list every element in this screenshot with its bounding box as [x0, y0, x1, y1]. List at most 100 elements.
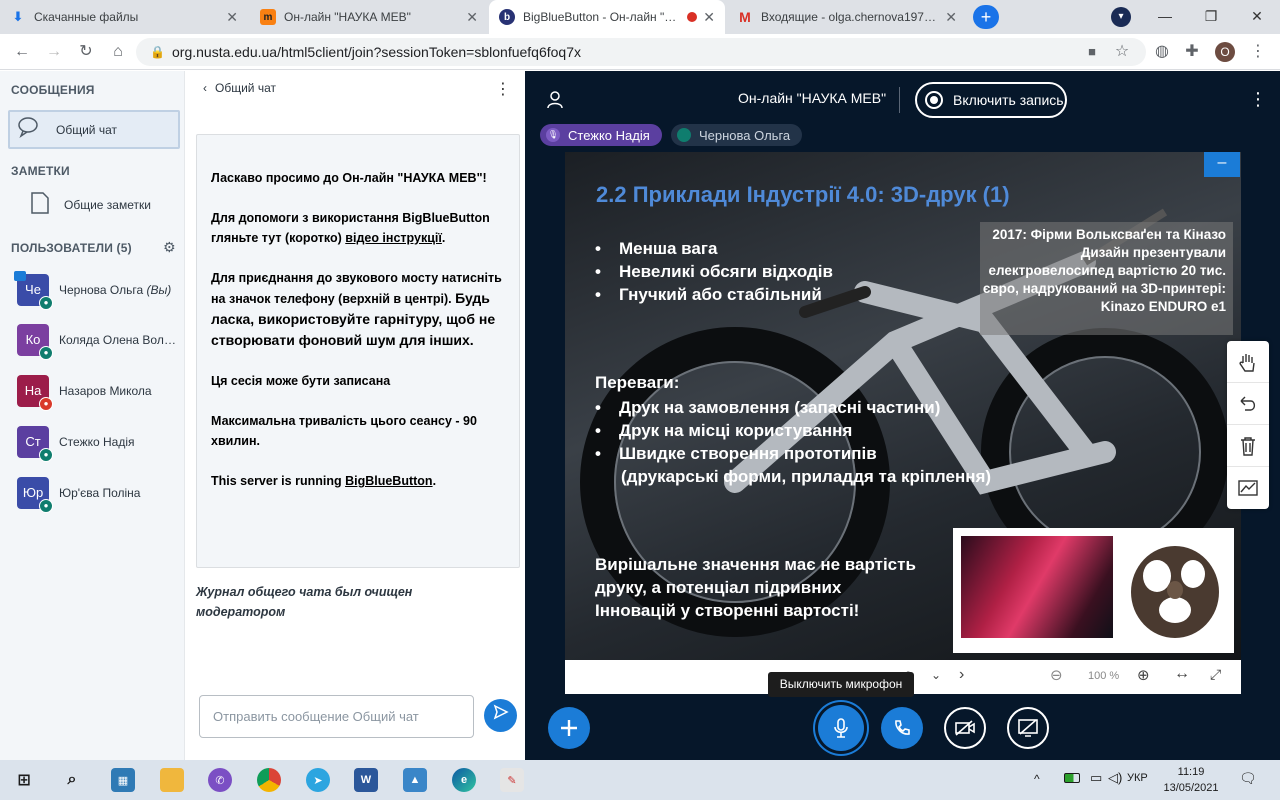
- edge-icon[interactable]: e: [452, 768, 476, 792]
- user-item[interactable]: Ко ● Коляда Олена Волод…: [17, 322, 185, 360]
- slide-conclusion: Вирішальне значення має не вартість друк…: [595, 555, 916, 620]
- battery-icon[interactable]: [1064, 773, 1080, 783]
- taskbar-clock[interactable]: 11:19 13/05/2021: [1162, 764, 1220, 796]
- chat-icon: [18, 116, 46, 143]
- chevron-up-icon[interactable]: ^: [1034, 772, 1040, 786]
- phone-icon: [895, 720, 910, 735]
- photos-icon[interactable]: ▲: [403, 768, 427, 792]
- tab-downloads[interactable]: ⬇ Скачанные файлы ✕: [0, 0, 248, 34]
- gear-icon[interactable]: ⚙: [163, 239, 176, 256]
- telegram-icon[interactable]: ➤: [306, 768, 330, 792]
- camera-icon[interactable]: ■: [1080, 40, 1104, 64]
- reload-icon[interactable]: ↻: [74, 40, 98, 64]
- tab-gmail[interactable]: M Входящие - olga.chernova1974@ ✕: [727, 0, 967, 34]
- chevron-left-icon[interactable]: ‹: [203, 81, 207, 95]
- close-icon[interactable]: ✕: [945, 9, 957, 26]
- close-window-button[interactable]: ✕: [1234, 0, 1280, 34]
- share-webcam-button[interactable]: [944, 707, 986, 749]
- presentation-area: Он-лайн "НАУКА МЕВ" Включить запись ⋮ 🎙 …: [525, 71, 1280, 760]
- user-item[interactable]: Юр ● Юр'єва Поліна: [17, 475, 185, 513]
- printer-photo: [961, 536, 1113, 638]
- multi-user-whiteboard-icon[interactable]: [1227, 467, 1269, 509]
- zoom-level[interactable]: 100 %: [1088, 670, 1119, 682]
- plus-icon: [561, 720, 577, 736]
- viber-icon[interactable]: ✆: [208, 768, 232, 792]
- zoom-out-icon[interactable]: ⊖: [1050, 666, 1063, 684]
- options-menu-icon[interactable]: ⋮: [1249, 89, 1267, 110]
- lock-icon: 🔒: [150, 45, 165, 59]
- close-icon[interactable]: ✕: [703, 9, 715, 26]
- recording-dot-icon: [687, 12, 698, 22]
- minimize-presentation-button[interactable]: –: [1204, 152, 1240, 177]
- share-screen-button[interactable]: [1007, 707, 1049, 749]
- keyboard-language[interactable]: УКР: [1127, 772, 1148, 784]
- slide-bullet-continuation: (друкарські форми, приладдя та кріплення…: [621, 467, 992, 486]
- tab-moodle[interactable]: m Он-лайн "НАУКА МЕВ" ✕: [250, 0, 488, 34]
- paint-icon[interactable]: ✎: [500, 768, 524, 792]
- avatar: Юр ●: [17, 477, 53, 513]
- shared-notes-item[interactable]: Общие заметки: [16, 191, 151, 218]
- talking-indicator[interactable]: Чернова Ольга: [671, 124, 803, 146]
- bigbluebutton-link[interactable]: BigBlueButton: [345, 474, 432, 488]
- slide-info-box: 2017: Фірми Вольксваґен та Кіназо Дизайн…: [980, 222, 1233, 335]
- volume-icon[interactable]: ◁): [1108, 770, 1122, 786]
- download-icon: ⬇: [12, 9, 24, 24]
- leave-audio-button[interactable]: [881, 707, 923, 749]
- chevron-down-icon[interactable]: ⌄: [931, 668, 941, 682]
- chat-options-icon[interactable]: ⋮: [495, 79, 511, 99]
- fullscreen-icon[interactable]: ⤢: [1210, 666, 1221, 683]
- actions-button[interactable]: [548, 707, 590, 749]
- chrome-icon[interactable]: [257, 768, 281, 792]
- browser-tab-bar: ⬇ Скачанные файлы ✕ m Он-лайн "НАУКА МЕВ…: [0, 0, 1280, 34]
- mic-icon: ●: [39, 346, 53, 360]
- search-icon[interactable]: ⌕: [60, 768, 84, 792]
- forward-icon[interactable]: →: [42, 40, 66, 64]
- trash-icon[interactable]: [1227, 425, 1269, 467]
- slide-bullet-list: Менша вага Невеликі обсяги відходів Гнуч…: [595, 237, 833, 306]
- notes-icon: [30, 191, 50, 218]
- chat-message-input[interactable]: Отправить сообщение Общий чат: [199, 695, 474, 738]
- notification-icon[interactable]: 🗨: [1239, 770, 1257, 787]
- back-icon[interactable]: ←: [10, 40, 34, 64]
- send-message-button[interactable]: [484, 699, 517, 732]
- file-explorer-icon[interactable]: [160, 768, 184, 792]
- mute-microphone-button[interactable]: [818, 705, 864, 751]
- mic-muted-icon: ●: [39, 397, 53, 411]
- extension-globe-icon[interactable]: ◍: [1150, 40, 1174, 64]
- hand-tool-icon[interactable]: [1227, 341, 1269, 383]
- undo-icon[interactable]: [1227, 383, 1269, 425]
- talking-indicator[interactable]: 🎙 Стежко Надія: [540, 124, 662, 146]
- screenshare-off-icon: [1018, 719, 1038, 737]
- tab-search-icon[interactable]: ▾: [1111, 7, 1131, 27]
- maximize-button[interactable]: ❐: [1188, 0, 1234, 34]
- url-field[interactable]: 🔒 org.nusta.edu.ua/html5client/join?sess…: [136, 38, 1146, 66]
- star-icon[interactable]: ☆: [1110, 40, 1134, 64]
- record-button[interactable]: Включить запись: [915, 82, 1067, 118]
- public-chat-item[interactable]: Общий чат: [8, 110, 180, 149]
- word-icon[interactable]: W: [354, 768, 378, 792]
- slide-photo-box: [953, 528, 1234, 653]
- minimize-button[interactable]: —: [1142, 0, 1188, 34]
- calculator-icon[interactable]: ▦: [111, 768, 135, 792]
- extensions-icon[interactable]: ✚: [1180, 40, 1204, 64]
- fit-width-icon[interactable]: ↔: [1174, 665, 1190, 683]
- new-tab-button[interactable]: +: [973, 5, 999, 29]
- video-instructions-link[interactable]: відео інструкції: [345, 231, 442, 245]
- user-list-toggle-icon[interactable]: [547, 91, 563, 114]
- close-icon[interactable]: ✕: [226, 9, 238, 26]
- tab-bigbluebutton[interactable]: b BigBlueButton - Он-лайн "НАУКА ✕: [489, 0, 725, 34]
- windows-start-icon[interactable]: ⊞: [12, 768, 36, 792]
- close-icon[interactable]: ✕: [466, 9, 478, 26]
- chat-header[interactable]: ‹ Общий чат: [203, 81, 276, 95]
- network-icon[interactable]: ▭: [1090, 770, 1102, 786]
- profile-avatar[interactable]: O: [1215, 42, 1235, 62]
- next-slide-icon[interactable]: ›: [959, 666, 964, 684]
- user-item[interactable]: На ● Назаров Микола: [17, 373, 185, 411]
- zoom-in-icon[interactable]: ⊕: [1137, 666, 1150, 684]
- slide-benefits-header: Переваги:: [595, 373, 680, 392]
- presenter-icon: [14, 271, 26, 281]
- home-icon[interactable]: ⌂: [106, 40, 130, 64]
- browser-menu-icon[interactable]: ⋮: [1246, 40, 1270, 64]
- user-item[interactable]: Че ● Чернова Ольга (Вы): [17, 272, 185, 310]
- user-item[interactable]: Ст ● Стежко Надія: [17, 424, 185, 462]
